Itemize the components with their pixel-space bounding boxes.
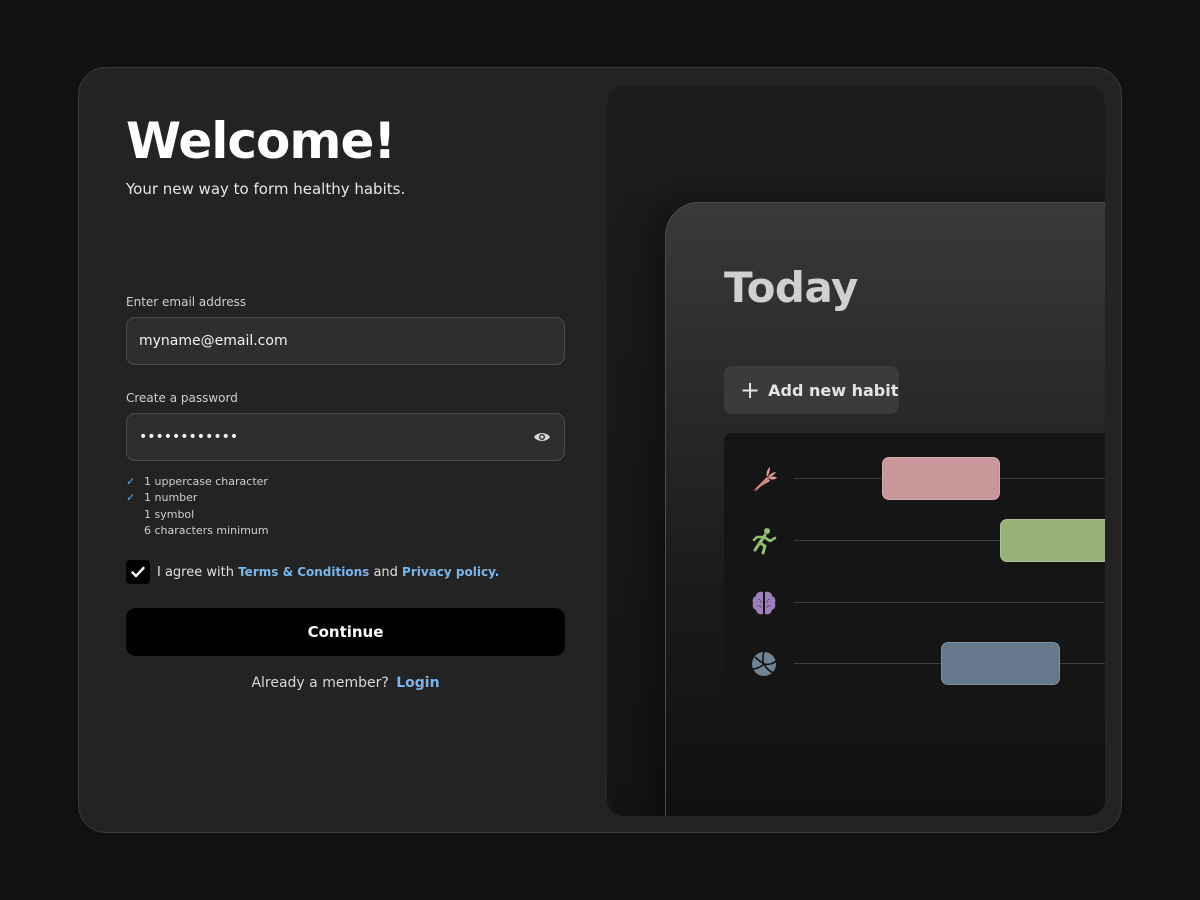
- brain-icon: [748, 587, 780, 619]
- volleyball-icon: [748, 648, 780, 680]
- habit-bar[interactable]: [882, 457, 1001, 500]
- habit-row: [724, 456, 1105, 500]
- checkmark-icon: [131, 566, 145, 578]
- login-prompt: Already a member? Login: [126, 675, 565, 691]
- password-label: Create a password: [126, 391, 238, 405]
- device-mockup: Today + Add new habit: [665, 202, 1105, 816]
- login-link[interactable]: Login: [396, 675, 439, 691]
- add-habit-label: Add new habit: [768, 380, 899, 400]
- habit-row: [724, 641, 1105, 685]
- privacy-link[interactable]: Privacy policy.: [402, 565, 499, 579]
- habit-row: [724, 580, 1105, 624]
- email-label: Enter email address: [126, 295, 247, 309]
- continue-button[interactable]: Continue: [126, 608, 565, 656]
- app-preview: Today + Add new habit: [607, 86, 1105, 816]
- email-field-box: [126, 317, 565, 365]
- eye-icon[interactable]: [532, 427, 552, 447]
- check-icon: ✓: [126, 474, 136, 488]
- agree-checkbox[interactable]: [126, 560, 150, 584]
- preview-heading: Today: [724, 263, 858, 312]
- email-input[interactable]: [139, 333, 552, 349]
- habit-row: [724, 518, 1105, 562]
- page-subtitle: Your new way to form healthy habits.: [126, 180, 406, 198]
- terms-link[interactable]: Terms & Conditions: [238, 565, 369, 579]
- signup-card: Welcome! Your new way to form healthy ha…: [78, 67, 1122, 833]
- terms-agreement: I agree with Terms & Conditions and Priv…: [126, 560, 499, 584]
- page-title: Welcome!: [126, 112, 396, 170]
- check-icon: ✓: [126, 491, 136, 505]
- rule-item: ✓ 1 uppercase character: [126, 474, 268, 488]
- password-rules: ✓ 1 uppercase character ✓ 1 number 1 symbo…: [126, 473, 269, 539]
- rule-item: ✓ 1 number: [126, 491, 198, 505]
- login-prompt-text: Already a member?: [251, 675, 389, 691]
- password-field-box: [126, 413, 565, 461]
- habit-bar[interactable]: [1000, 519, 1105, 562]
- agree-conjunction: and: [373, 564, 398, 580]
- plus-icon: +: [740, 376, 761, 404]
- habit-tracker: [724, 433, 1105, 713]
- add-habit-button[interactable]: + Add new habit: [724, 366, 899, 414]
- habit-bar[interactable]: [941, 642, 1060, 685]
- password-input[interactable]: [139, 429, 532, 445]
- running-icon: [748, 525, 780, 557]
- carrot-icon: [748, 463, 780, 495]
- rule-item: 1 symbol: [144, 507, 195, 521]
- agree-prefix: I agree with: [157, 564, 234, 580]
- rule-item: 6 characters minimum: [144, 524, 269, 538]
